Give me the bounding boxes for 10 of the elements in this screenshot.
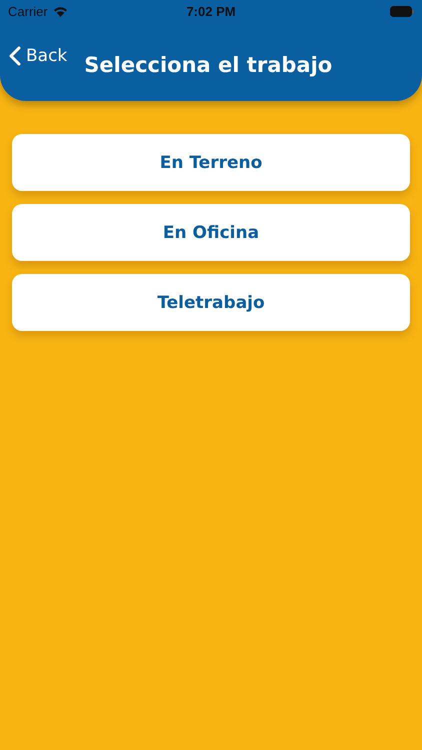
option-button[interactable]: Teletrabajo	[12, 274, 410, 331]
carrier-label: Carrier	[8, 4, 48, 18]
back-button[interactable]: Back	[9, 46, 68, 66]
battery-icon	[390, 6, 414, 16]
page-title: Selecciona el trabajo	[84, 53, 332, 77]
option-button[interactable]: En Oficina	[12, 204, 410, 261]
wifi-icon	[52, 6, 68, 16]
chevron-left-icon	[9, 46, 21, 66]
clock-time: 7:02 PM	[186, 4, 236, 18]
option-button[interactable]: En Terreno	[12, 134, 410, 191]
